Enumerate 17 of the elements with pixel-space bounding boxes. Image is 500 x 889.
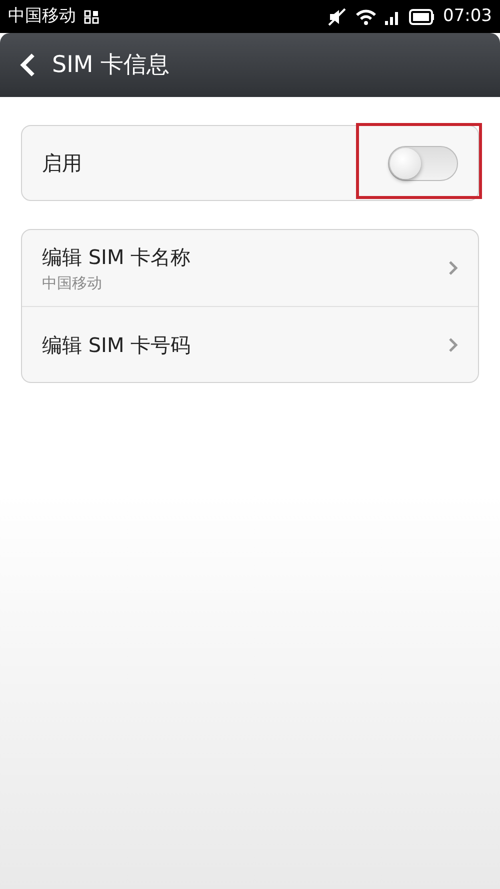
wifi-icon: [355, 8, 377, 25]
back-button[interactable]: [20, 53, 36, 77]
item-subtitle: 中国移动: [42, 272, 103, 294]
dual-sim-icon: [84, 10, 100, 24]
item-title: 编辑 SIM 卡号码: [42, 332, 191, 358]
mute-icon: [327, 8, 347, 26]
battery-icon: [409, 8, 435, 24]
list-item[interactable]: 编辑 SIM 卡名称 中国移动: [22, 230, 478, 306]
screen-title: SIM 卡信息: [52, 50, 170, 80]
setting-label: 启用: [42, 150, 82, 177]
toggle-switch[interactable]: [388, 146, 458, 180]
chevron-icon: [448, 260, 458, 276]
list-item[interactable]: 编辑 SIM 卡号码: [22, 306, 478, 382]
clock-time: 07:03: [443, 4, 492, 28]
carrier-name: 中国移动: [8, 4, 76, 28]
item-title: 编辑 SIM 卡名称: [42, 244, 191, 271]
chevron-icon: [448, 336, 458, 352]
